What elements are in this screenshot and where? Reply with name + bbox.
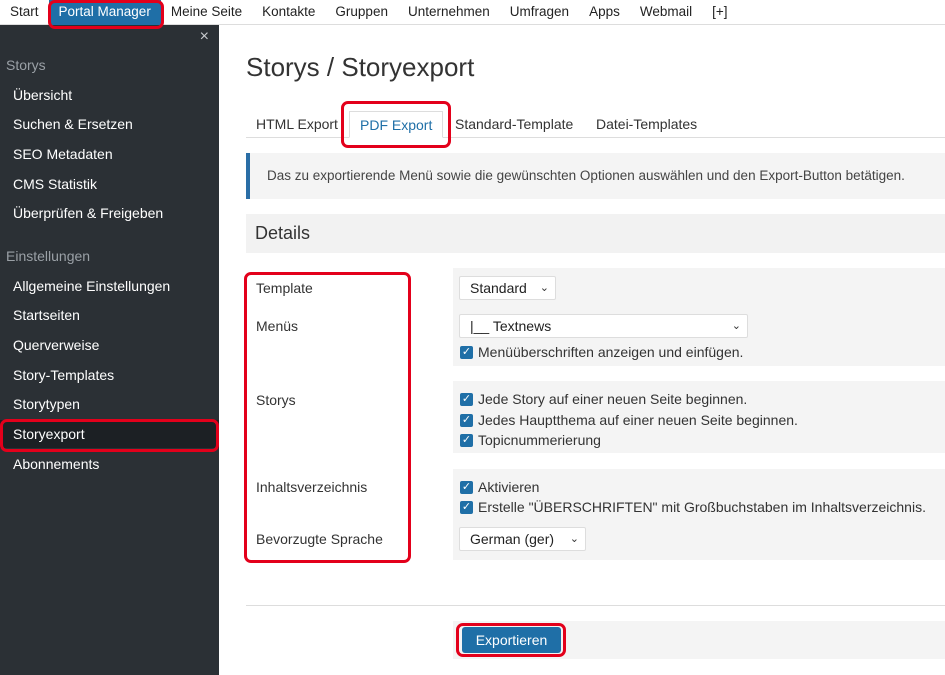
checkbox-checked-icon: ✓ bbox=[460, 392, 473, 406]
tab-bar: HTML Export PDF Export Standard-Template… bbox=[246, 111, 945, 138]
sidebar: × Storys Übersicht Suchen & Ersetzen SEO… bbox=[0, 25, 219, 675]
export-button[interactable]: Exportieren bbox=[462, 627, 561, 653]
checkbox-topic-new-page[interactable]: ✓ Jedes Hauptthema auf einer neuen Seite… bbox=[460, 411, 798, 429]
language-select[interactable]: German (ger) ⌄ bbox=[459, 527, 586, 551]
details-heading: Details bbox=[246, 214, 945, 253]
template-select[interactable]: Standard ⌄ bbox=[459, 276, 556, 300]
nav-more[interactable]: [+] bbox=[702, 0, 737, 25]
checkbox-checked-icon: ✓ bbox=[460, 345, 473, 359]
label-storys: Storys bbox=[256, 392, 296, 408]
tab-datei-templates[interactable]: Datei-Templates bbox=[586, 111, 707, 138]
chevron-down-icon: ⌄ bbox=[539, 282, 549, 294]
checkbox-story-new-page[interactable]: ✓ Jede Story auf einer neuen Seite begin… bbox=[460, 390, 747, 408]
label-toc: Inhaltsverzeichnis bbox=[256, 479, 368, 495]
template-select-value: Standard bbox=[470, 280, 527, 296]
sidebar-item-story-templates[interactable]: Story-Templates bbox=[0, 361, 219, 389]
tab-html-export[interactable]: HTML Export bbox=[246, 111, 348, 138]
checkbox-label: Menüüberschriften anzeigen und einfügen. bbox=[478, 344, 744, 360]
top-navigation: Start Portal Manager Meine Seite Kontakt… bbox=[0, 0, 945, 25]
checkbox-menu-headings[interactable]: ✓ Menüüberschriften anzeigen und einfüge… bbox=[460, 343, 743, 361]
info-message: Das zu exportierende Menü sowie die gewü… bbox=[246, 153, 945, 199]
main-content: Storys / Storyexport HTML Export PDF Exp… bbox=[219, 25, 945, 675]
checkbox-checked-icon: ✓ bbox=[460, 413, 473, 427]
nav-kontakte[interactable]: Kontakte bbox=[252, 0, 325, 25]
divider bbox=[246, 605, 945, 606]
sidebar-section-einstellungen: Einstellungen bbox=[6, 248, 91, 264]
sidebar-item-seo-metadaten[interactable]: SEO Metadaten bbox=[0, 140, 219, 168]
chevron-down-icon: ⌄ bbox=[731, 320, 741, 332]
nav-unternehmen[interactable]: Unternehmen bbox=[398, 0, 500, 25]
nav-meine-seite[interactable]: Meine Seite bbox=[161, 0, 252, 25]
tab-standard-template[interactable]: Standard-Template bbox=[445, 111, 583, 138]
label-template: Template bbox=[256, 280, 313, 296]
checkbox-label: Aktivieren bbox=[478, 479, 540, 495]
sidebar-item-startseiten[interactable]: Startseiten bbox=[0, 301, 219, 329]
menu-select[interactable]: |__ Textnews ⌄ bbox=[459, 314, 748, 338]
sidebar-item-suchen-ersetzen[interactable]: Suchen & Ersetzen bbox=[0, 110, 219, 138]
nav-umfragen[interactable]: Umfragen bbox=[500, 0, 579, 25]
checkbox-topic-numbering[interactable]: ✓ Topicnummerierung bbox=[460, 431, 601, 449]
checkbox-label: Topicnummerierung bbox=[478, 432, 601, 448]
checkbox-label: Jedes Hauptthema auf einer neuen Seite b… bbox=[478, 412, 798, 428]
page-title: Storys / Storyexport bbox=[246, 52, 475, 82]
close-icon[interactable]: × bbox=[200, 28, 209, 46]
sidebar-item-allgemeine-einstellungen[interactable]: Allgemeine Einstellungen bbox=[0, 272, 219, 300]
tab-pdf-export[interactable]: PDF Export bbox=[349, 111, 444, 138]
nav-gruppen[interactable]: Gruppen bbox=[325, 0, 398, 25]
checkbox-checked-icon: ✓ bbox=[460, 433, 473, 447]
sidebar-item-ueberpruefen[interactable]: Überprüfen & Freigeben bbox=[0, 199, 219, 227]
sidebar-section-storys: Storys bbox=[6, 57, 46, 73]
nav-webmail[interactable]: Webmail bbox=[630, 0, 702, 25]
checkbox-checked-icon: ✓ bbox=[460, 500, 473, 514]
sidebar-item-uebersicht[interactable]: Übersicht bbox=[0, 81, 219, 109]
menu-select-value: |__ Textnews bbox=[470, 318, 552, 334]
sidebar-item-storytypen[interactable]: Storytypen bbox=[0, 390, 219, 418]
sidebar-item-cms-statistik[interactable]: CMS Statistik bbox=[0, 170, 219, 198]
checkbox-toc-activate[interactable]: ✓ Aktivieren bbox=[460, 478, 539, 496]
label-menus: Menüs bbox=[256, 318, 299, 334]
checkbox-checked-icon: ✓ bbox=[460, 480, 473, 494]
sidebar-item-querverweise[interactable]: Querverweise bbox=[0, 331, 219, 359]
nav-start[interactable]: Start bbox=[0, 0, 49, 25]
checkbox-label: Jede Story auf einer neuen Seite beginne… bbox=[478, 391, 748, 407]
nav-portal-manager[interactable]: Portal Manager bbox=[48, 0, 161, 25]
label-language: Bevorzugte Sprache bbox=[256, 531, 383, 547]
nav-apps[interactable]: Apps bbox=[579, 0, 630, 25]
checkbox-toc-uppercase[interactable]: ✓ Erstelle "ÜBERSCHRIFTEN" mit Großbuchs… bbox=[460, 498, 926, 516]
sidebar-item-abonnements[interactable]: Abonnements bbox=[0, 450, 219, 478]
sidebar-item-storyexport[interactable]: Storyexport bbox=[0, 420, 219, 448]
chevron-down-icon: ⌄ bbox=[569, 533, 579, 545]
checkbox-label: Erstelle "ÜBERSCHRIFTEN" mit Großbuchsta… bbox=[478, 499, 926, 515]
language-select-value: German (ger) bbox=[470, 531, 555, 547]
